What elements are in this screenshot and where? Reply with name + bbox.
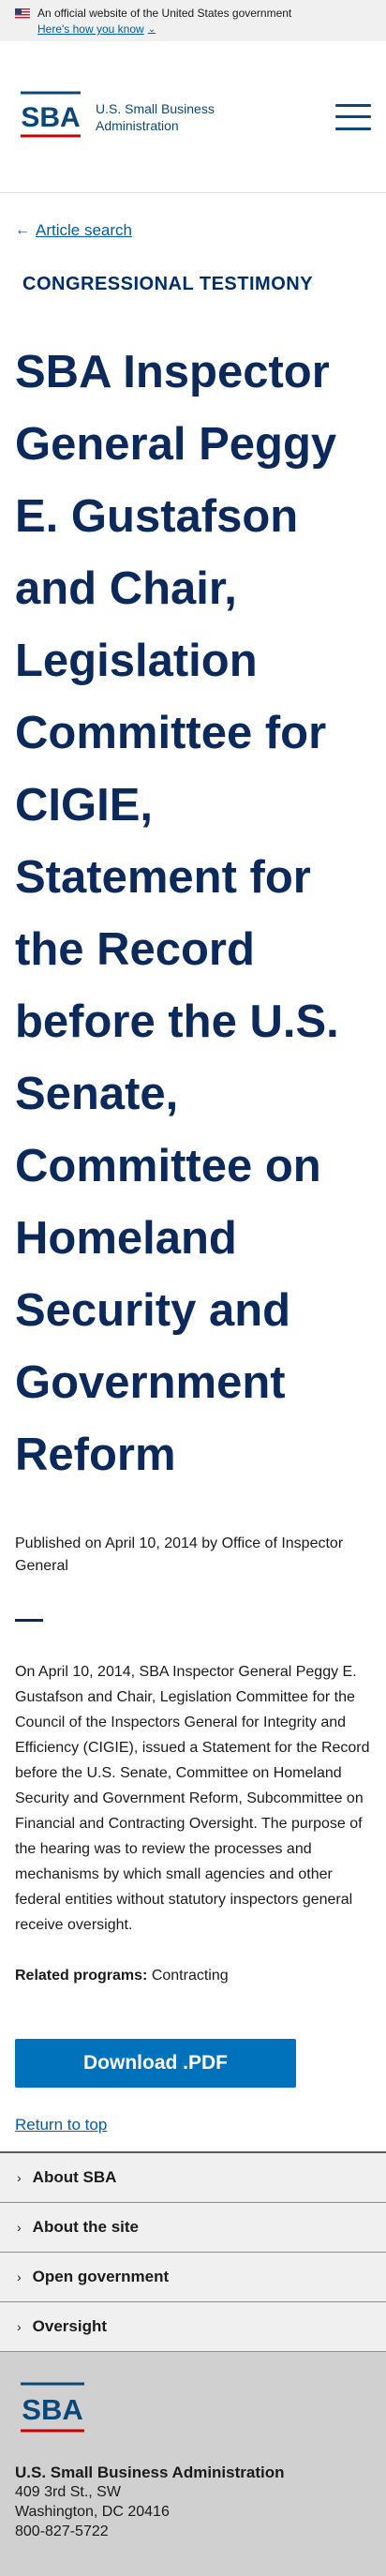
logo-text-line2: Administration [96,117,179,133]
accordion-label: About SBA [32,2168,117,2186]
article-byline: Published on April 10, 2014 by Office of… [15,1535,344,1574]
return-to-top-link[interactable]: Return to top [15,2116,107,2134]
how-you-know-link[interactable]: Here's how you know ⌄ [37,22,156,36]
footer-accordion-about-sba[interactable]: › About SBA [0,2153,386,2203]
article-search-link[interactable]: ← Article search [15,221,371,240]
address-line1: 409 3rd St., SW [15,2484,121,2500]
chevron-down-icon: ⌄ [147,23,156,35]
accordion-label: Open government [32,2268,170,2285]
related-programs: Related programs: Contracting [15,1968,371,1984]
banner-text: An official website of the United States… [37,7,292,20]
article-body: On April 10, 2014, SBA Inspector General… [15,1664,370,1933]
address-line2: Washington, DC 20416 [15,2504,170,2520]
accordion-label: Oversight [32,2317,108,2335]
site-header: SBA U.S. Small Business Administration [0,41,386,193]
svg-text:SBA: SBA [22,2393,82,2426]
official-gov-banner: An official website of the United States… [0,0,386,41]
sba-logo-link[interactable]: SBA U.S. Small Business Administration [15,89,215,145]
footer-accordion-oversight[interactable]: › Oversight [0,2302,386,2352]
footer-contact: SBA U.S. Small Business Administration 4… [0,2352,386,2576]
menu-line [335,103,371,107]
related-programs-link[interactable]: Contracting [152,1968,229,1984]
article: ← Article search Congressional Testimony… [0,221,386,2134]
footer-accordion-about-site[interactable]: › About the site [0,2203,386,2253]
article-search-label: Article search [36,221,132,239]
footer-accordion-open-government[interactable]: › Open government [0,2253,386,2302]
chevron-right-icon: › [17,2319,22,2334]
menu-button[interactable] [335,103,371,130]
sba-footer-logo-icon: SBA [21,2382,84,2433]
divider [15,1619,43,1622]
phone-number[interactable]: 800-827-5722 [15,2522,371,2541]
how-you-know-label: Here's how you know [37,22,144,36]
us-flag-icon [15,7,30,19]
logo-text-line1: U.S. Small Business [96,100,215,116]
arrow-left-icon: ← [15,222,30,238]
chevron-right-icon: › [17,2170,22,2185]
banner-row: An official website of the United States… [15,6,371,21]
menu-line [335,127,371,130]
page-title: SBA Inspector General Peggy E. Gustafson… [15,347,339,1480]
related-programs-label: Related programs: [15,1968,148,1984]
article-category: Congressional Testimony [22,274,314,294]
org-name: U.S. Small Business Administration [15,2464,285,2481]
chevron-right-icon: › [17,2220,22,2235]
accordion-label: About the site [32,2218,140,2236]
download-pdf-button[interactable]: Download .PDF [15,2039,296,2088]
svg-text:SBA: SBA [21,102,80,133]
sba-logo-icon: SBA [21,91,81,137]
chevron-right-icon: › [17,2269,22,2284]
logo-text: U.S. Small Business Administration [96,100,215,134]
footer-accordion: › About SBA › About the site › Open gove… [0,2151,386,2352]
menu-line [335,115,371,118]
